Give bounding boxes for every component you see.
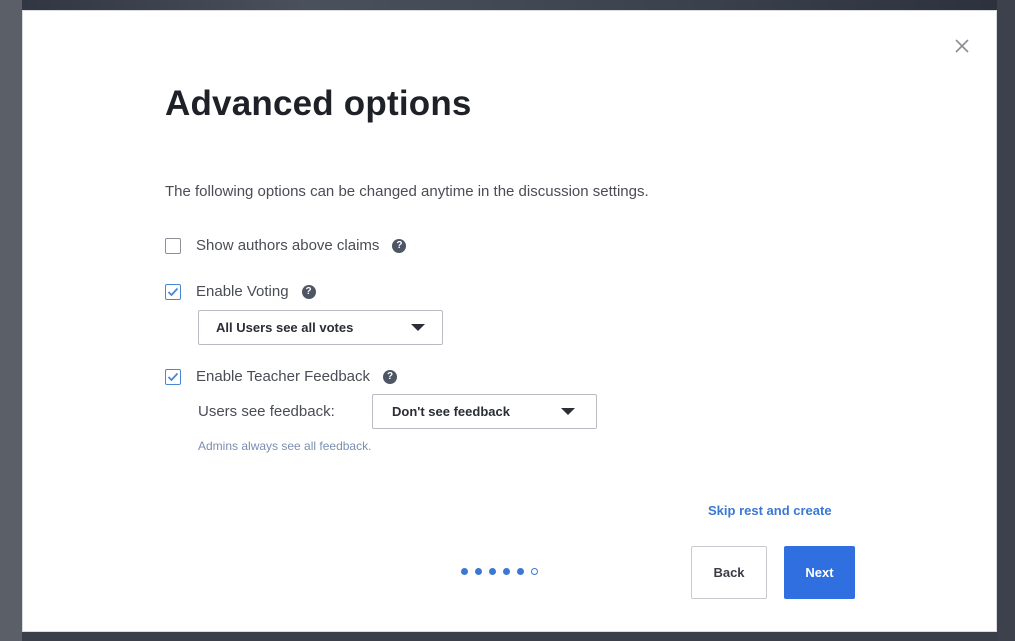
voting-visibility-value: All Users see all votes (216, 320, 354, 335)
progress-dot-current (531, 568, 538, 575)
option-enable-teacher-feedback: Enable Teacher Feedback ? (165, 368, 398, 385)
checkmark-icon (167, 287, 179, 296)
dialog-title: Advanced options (165, 84, 472, 123)
help-icon[interactable]: ? (301, 284, 316, 299)
page-backdrop-top (0, 0, 1015, 10)
chevron-down-icon (411, 324, 425, 331)
progress-dot-complete (461, 568, 468, 575)
next-button[interactable]: Next (784, 546, 855, 599)
step-progress-indicator (461, 568, 545, 575)
help-icon[interactable]: ? (383, 369, 398, 384)
progress-dot-complete (517, 568, 524, 575)
enable-feedback-label: Enable Teacher Feedback (196, 368, 371, 385)
close-icon (955, 39, 969, 53)
enable-voting-label: Enable Voting (196, 283, 289, 300)
chevron-down-icon (561, 408, 575, 415)
enable-voting-checkbox[interactable] (165, 283, 181, 300)
option-enable-voting: Enable Voting ? (165, 283, 316, 300)
feedback-visibility-select[interactable]: Don't see feedback (372, 394, 597, 429)
feedback-visibility-label: Users see feedback: (198, 403, 335, 420)
close-button[interactable] (951, 35, 973, 57)
back-button[interactable]: Back (691, 546, 767, 599)
page-backdrop-right (997, 0, 1015, 641)
voting-visibility-select[interactable]: All Users see all votes (198, 310, 443, 345)
show-authors-checkbox[interactable] (165, 237, 181, 254)
option-show-authors: Show authors above claims ? (165, 237, 407, 254)
show-authors-label: Show authors above claims (196, 237, 380, 254)
enable-feedback-checkbox[interactable] (165, 368, 181, 385)
checkmark-icon (167, 372, 179, 381)
progress-dot-complete (489, 568, 496, 575)
progress-dot-complete (475, 568, 482, 575)
help-icon[interactable]: ? (392, 238, 407, 253)
dialog-intro-text: The following options can be changed any… (165, 183, 649, 200)
skip-rest-and-create-link[interactable]: Skip rest and create (708, 503, 832, 518)
feedback-note: Admins always see all feedback. (198, 439, 372, 453)
progress-dot-complete (503, 568, 510, 575)
page-backdrop-left (0, 0, 22, 641)
advanced-options-dialog: Advanced options The following options c… (22, 10, 997, 632)
feedback-visibility-value: Don't see feedback (392, 404, 510, 419)
